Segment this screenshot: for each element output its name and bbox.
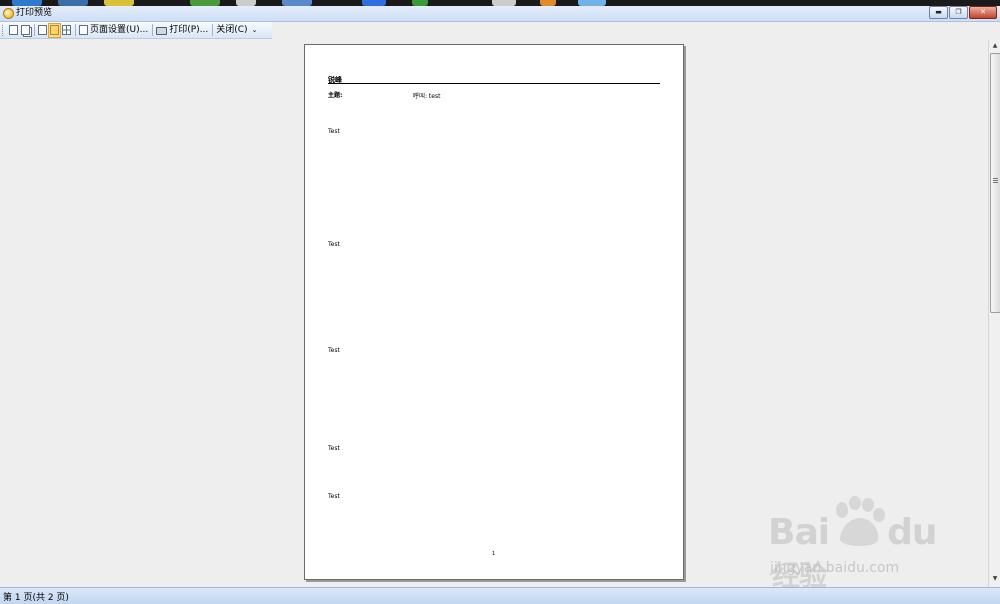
preview-page: 锐峰 主题: 呼叫: test Test Test Test Test Test…	[304, 44, 684, 580]
pages-icon	[21, 25, 30, 35]
close-preview-button[interactable]: 关闭(C)	[215, 24, 248, 37]
scroll-thumb[interactable]	[990, 53, 1000, 313]
one-page-icon	[50, 25, 59, 35]
watermark-url: jingyan.baidu.com	[770, 560, 900, 576]
document-entry: Test	[328, 445, 340, 452]
maximize-button[interactable]: ❐	[949, 6, 968, 19]
print-button[interactable]: 打印(P)...	[155, 24, 209, 37]
scroll-up-icon[interactable]: ▲	[990, 41, 1000, 51]
one-page-button[interactable]	[48, 22, 61, 38]
title-rule	[328, 83, 660, 84]
page-setup-icon	[79, 25, 88, 35]
toolbar-separator	[212, 24, 214, 36]
first-page-button[interactable]	[8, 24, 19, 37]
toolbar-overflow-icon[interactable]: ⌄	[252, 26, 258, 34]
print-label: 打印(P)...	[169, 24, 209, 35]
page-status: 第 1 页(共 2 页)	[3, 593, 69, 603]
page-number: 1	[492, 551, 496, 557]
page-zoom-icon	[38, 25, 47, 35]
toolbar-separator	[75, 24, 76, 36]
minimize-button[interactable]: ▬	[929, 6, 948, 19]
print-direct-button[interactable]	[20, 24, 31, 37]
app-icon	[3, 8, 14, 19]
watermark-brand-suffix: du	[887, 512, 937, 553]
toolbar: 页面设置(U)... 打印(P)... 关闭(C) ⌄	[0, 22, 272, 39]
watermark-brand: Bai du经验	[768, 512, 948, 594]
scroll-down-icon[interactable]: ▼	[990, 574, 1000, 584]
vertical-scrollbar[interactable]: ▲ ▼	[988, 40, 1000, 587]
close-label: 关闭(C)	[216, 24, 248, 35]
toolbar-separator	[34, 24, 35, 36]
watermark-brand-text: Bai	[768, 512, 830, 553]
document-entry: Test	[328, 347, 340, 354]
page-icon	[9, 25, 18, 35]
document-entry: Test	[328, 128, 340, 135]
scroll-grip-icon	[993, 178, 998, 184]
subject-label: 主题:	[328, 92, 343, 99]
close-window-button[interactable]: ✕	[969, 6, 997, 19]
title-bar: 打印预览 ▬ ❐ ✕	[0, 6, 1000, 22]
toolbar-separator	[152, 24, 154, 36]
sender-label: 呼叫: test	[413, 93, 441, 100]
status-bar: 第 1 页(共 2 页)	[0, 587, 1000, 604]
toolbar-empty-area	[272, 22, 1000, 39]
page-setup-button[interactable]: 页面设置(U)...	[78, 24, 149, 37]
baidu-watermark: Bai du经验 jingyan.baidu.com	[768, 492, 948, 592]
toolbar-grip[interactable]	[2, 24, 6, 36]
multi-page-button[interactable]	[61, 24, 72, 37]
window-title: 打印预览	[16, 8, 53, 18]
document-entry: Test	[328, 493, 340, 500]
printer-icon	[156, 27, 168, 35]
multi-page-icon	[62, 25, 71, 35]
document-entry: Test	[328, 241, 340, 248]
zoom-button[interactable]	[37, 24, 48, 37]
window-controls: ▬ ❐ ✕	[928, 6, 997, 19]
page-setup-label: 页面设置(U)...	[90, 24, 149, 35]
